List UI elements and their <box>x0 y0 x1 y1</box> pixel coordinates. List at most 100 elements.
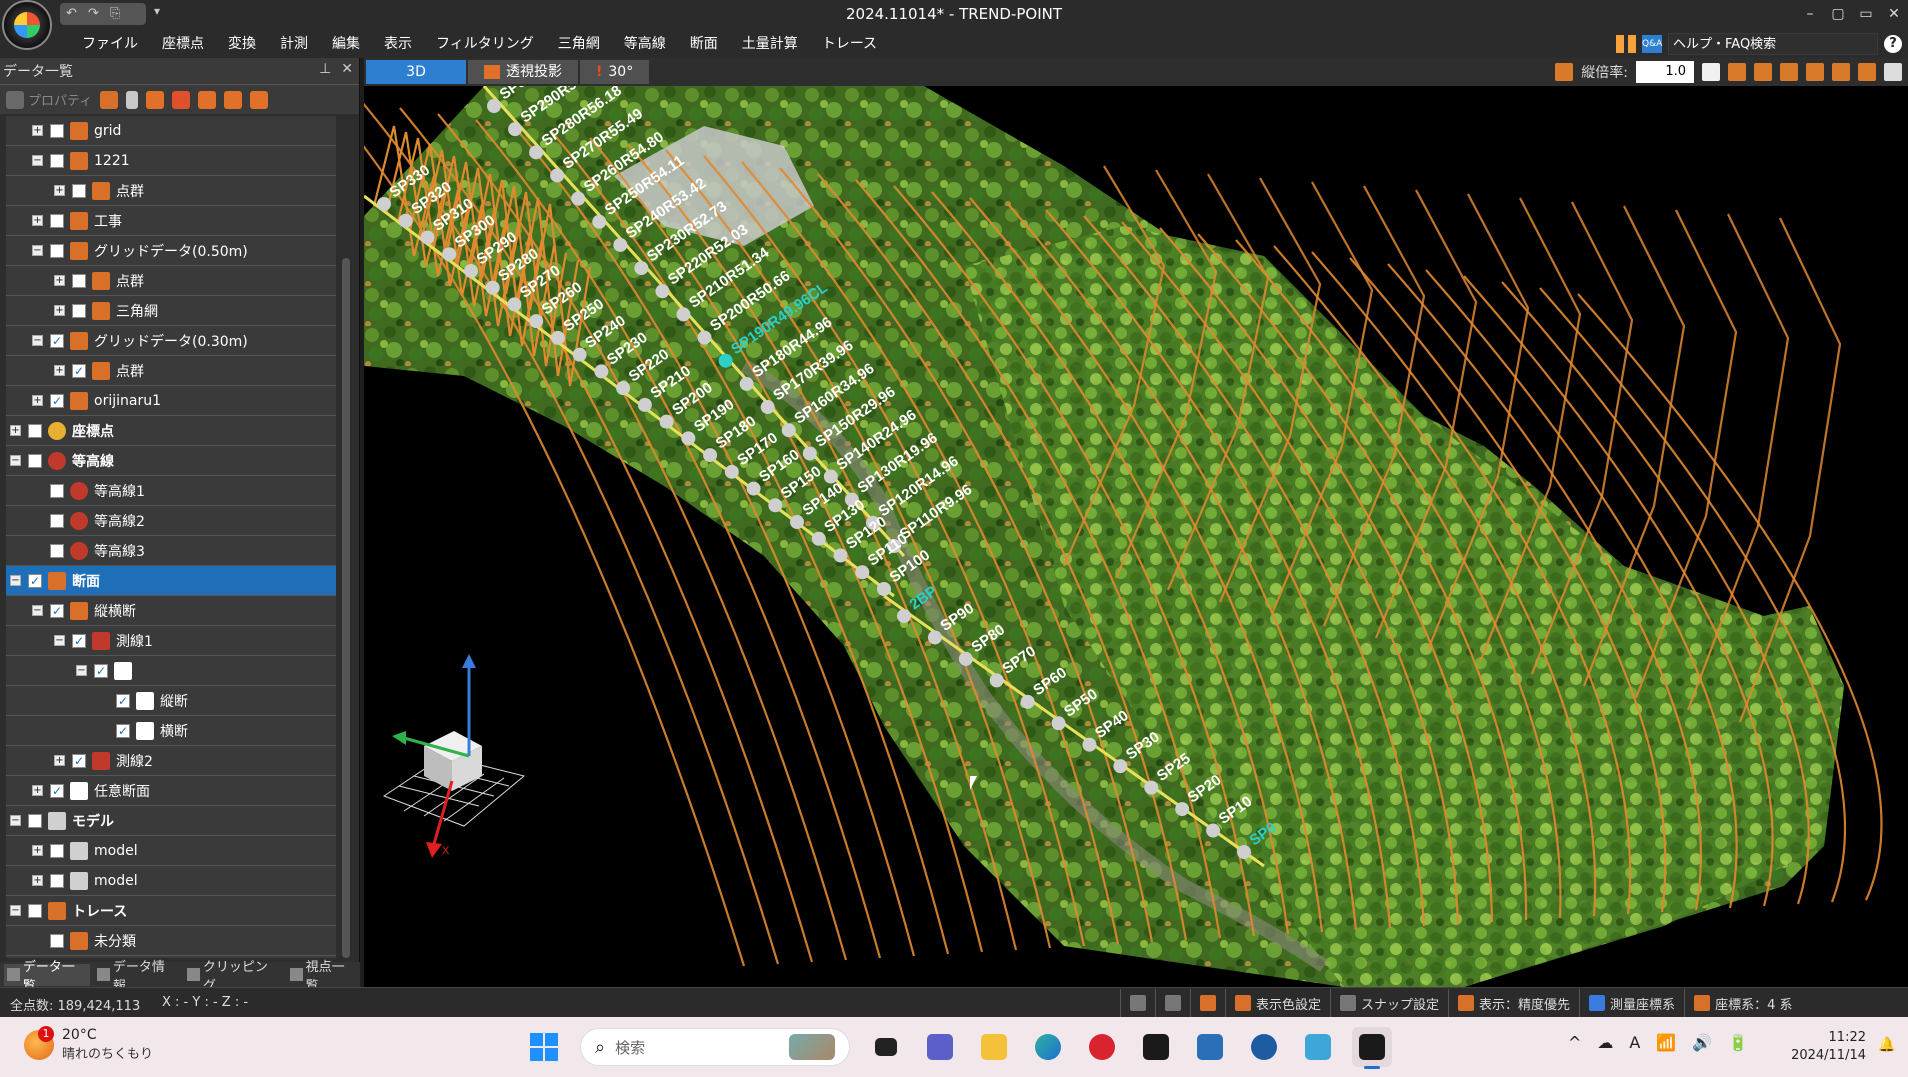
app-logo-icon[interactable] <box>2 0 52 50</box>
station-marker[interactable] <box>442 247 457 262</box>
globe-app-icon[interactable] <box>1244 1027 1284 1067</box>
visibility-checkbox[interactable]: ✓ <box>94 663 108 678</box>
collapse-icon[interactable]: − <box>10 575 21 586</box>
tab-clipping[interactable]: クリッピング <box>184 960 283 994</box>
station-marker[interactable] <box>571 191 586 206</box>
visibility-checkbox[interactable] <box>50 513 64 528</box>
station-marker[interactable] <box>703 448 718 463</box>
expand-icon[interactable]: + <box>32 785 43 796</box>
tab-data-info[interactable]: データ情報 <box>94 960 180 994</box>
expand-icon[interactable]: + <box>32 845 43 856</box>
visibility-checkbox[interactable] <box>50 123 64 138</box>
station-marker[interactable] <box>485 280 500 295</box>
station-marker[interactable] <box>634 261 649 276</box>
collapse-all-icon[interactable] <box>198 90 217 109</box>
station-marker[interactable] <box>529 145 544 160</box>
tab-data-list[interactable]: データ一覧 <box>4 960 90 994</box>
collapse-icon[interactable]: − <box>10 455 21 466</box>
station-marker[interactable] <box>463 263 478 278</box>
ruler-icon[interactable] <box>1555 63 1574 81</box>
weather-widget[interactable]: 1 20°C 晴れのちくもり <box>24 1025 153 1062</box>
station-marker[interactable] <box>802 446 817 461</box>
visibility-checkbox[interactable] <box>28 903 42 918</box>
station-marker[interactable] <box>1020 694 1035 709</box>
tray-overflow-icon[interactable]: ^ <box>1568 1033 1581 1052</box>
expand-icon[interactable]: + <box>54 365 65 376</box>
fov-button[interactable]: ! 30° <box>580 60 650 84</box>
collapse-icon[interactable]: − <box>10 905 21 916</box>
expand-icon[interactable]: + <box>54 755 65 766</box>
home-view-icon[interactable] <box>1702 63 1720 81</box>
crs-zone-button[interactable]: 座標系：4 系 <box>1684 989 1801 1017</box>
tree-node[interactable]: 等高線3 <box>6 536 336 566</box>
palette-button[interactable] <box>1155 989 1190 1017</box>
station-marker[interactable] <box>697 330 712 345</box>
view-top-icon[interactable] <box>1832 63 1850 81</box>
menu-item[interactable]: ファイル <box>70 30 150 58</box>
station-marker[interactable] <box>676 307 691 322</box>
eye-toggle-button[interactable] <box>1120 989 1155 1017</box>
mail-app-icon[interactable] <box>1298 1027 1338 1067</box>
point-cloud-scene[interactable]: SP330SP320SP310SP300SP290SP280SP270SP260… <box>364 86 1908 987</box>
survey-crs-button[interactable]: 測量座標系 <box>1579 989 1684 1017</box>
menu-item[interactable]: 座標点 <box>150 30 216 58</box>
tree-node[interactable]: + grid <box>6 116 336 146</box>
tile-button[interactable]: ▭ <box>1852 0 1880 28</box>
menu-item[interactable]: フィルタリング <box>424 30 546 58</box>
restore-button[interactable]: ▢ <box>1824 0 1852 28</box>
station-marker[interactable] <box>739 376 754 391</box>
trend-point-active-icon[interactable] <box>1352 1027 1392 1069</box>
start-button[interactable] <box>530 1033 558 1061</box>
view-bottom-icon[interactable] <box>1858 63 1876 81</box>
tree-node[interactable]: + ✓ 任意断面 <box>6 776 336 806</box>
tree-node[interactable]: + 工事 <box>6 206 336 236</box>
visibility-checkbox[interactable] <box>72 303 86 318</box>
tree-scrollbar[interactable] <box>342 258 350 958</box>
station-marker[interactable] <box>398 213 413 228</box>
expand-all-icon[interactable] <box>224 90 243 109</box>
properties-button[interactable]: プロパティ <box>6 89 92 111</box>
tree-node[interactable]: + 三角網 <box>6 296 336 326</box>
tree-node[interactable]: − グリッドデータ(0.50m) <box>6 236 336 266</box>
station-marker[interactable] <box>897 609 911 623</box>
snap-settings-button[interactable]: スナップ設定 <box>1330 989 1448 1017</box>
visibility-checkbox[interactable]: ✓ <box>72 633 86 648</box>
station-marker[interactable] <box>989 673 1004 688</box>
notification-bell-icon[interactable]: 🔔 <box>1878 1037 1895 1053</box>
station-marker[interactable] <box>420 230 435 245</box>
perspective-button[interactable]: 透視投影 <box>468 60 578 84</box>
visibility-checkbox[interactable] <box>50 483 64 498</box>
visibility-checkbox[interactable]: ✓ <box>116 693 130 708</box>
tab-viewpoints[interactable]: 視点一覧 <box>287 960 360 994</box>
edge-browser-icon[interactable] <box>1028 1027 1068 1067</box>
view-right-icon[interactable] <box>1806 63 1824 81</box>
panel-close-icon[interactable]: ✕ <box>341 61 353 77</box>
menu-item[interactable]: 編集 <box>320 30 372 58</box>
pen-icon[interactable] <box>126 90 139 109</box>
layer-remove-icon[interactable] <box>172 90 191 109</box>
collapse-icon[interactable]: − <box>32 335 43 346</box>
record-app-icon[interactable] <box>1082 1027 1122 1067</box>
eraser-icon[interactable] <box>100 90 119 109</box>
station-marker[interactable] <box>718 353 733 368</box>
station-marker[interactable] <box>655 284 670 299</box>
display-precision-button[interactable]: 表示：精度優先 <box>1448 989 1579 1017</box>
input-method-icon[interactable]: A <box>1629 1033 1640 1052</box>
tree-node[interactable]: 等高線2 <box>6 506 336 536</box>
station-marker[interactable] <box>377 197 391 211</box>
view-left-icon[interactable] <box>1780 63 1798 81</box>
menu-item[interactable]: 断面 <box>678 30 730 58</box>
station-marker[interactable] <box>833 548 848 563</box>
visibility-checkbox[interactable] <box>50 153 64 168</box>
tree-node[interactable]: ✓ 縦断 <box>6 686 336 716</box>
station-marker[interactable] <box>1237 845 1251 859</box>
station-marker[interactable] <box>877 582 891 596</box>
station-marker[interactable] <box>1144 780 1159 795</box>
tree-node[interactable]: − 1221 <box>6 146 336 176</box>
layer-add-icon[interactable] <box>146 90 165 109</box>
collapse-icon[interactable]: − <box>10 815 21 826</box>
visibility-checkbox[interactable] <box>50 243 64 258</box>
visibility-checkbox[interactable] <box>28 423 42 438</box>
station-marker[interactable] <box>1051 716 1066 731</box>
expand-icon[interactable]: + <box>54 275 65 286</box>
